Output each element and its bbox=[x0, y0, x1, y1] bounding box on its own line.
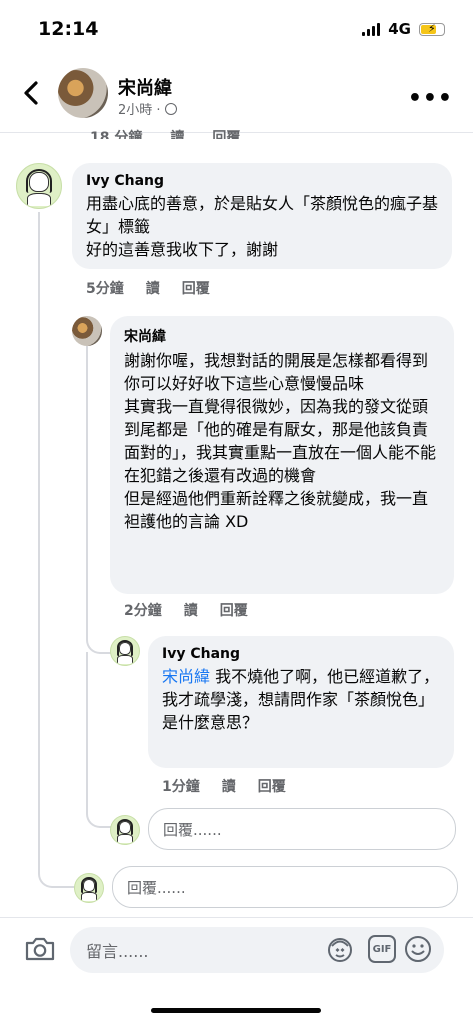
avatar-ivy-chang[interactable] bbox=[110, 636, 140, 666]
read-button[interactable]: 讀 bbox=[146, 278, 160, 298]
more-options-icon[interactable]: ••• bbox=[408, 86, 453, 111]
comment-placeholder: 留言...... bbox=[86, 942, 149, 961]
comment-author[interactable]: Ivy Chang bbox=[162, 646, 440, 662]
network-type: 4G bbox=[388, 20, 411, 38]
reply-button[interactable]: 回覆 bbox=[220, 600, 248, 620]
comment-text: 宋尚緯 我不燒他了啊，他已經道歉了， 我才疏學淺，想請問作家「茶顏悅色」是什麼意… bbox=[162, 665, 440, 734]
avatar-sticker-icon[interactable] bbox=[326, 935, 354, 963]
composer-divider bbox=[0, 917, 473, 918]
reply-placeholder: 回覆...... bbox=[127, 878, 186, 897]
avatar-song[interactable] bbox=[72, 316, 102, 346]
header-name[interactable]: 宋尚緯 bbox=[118, 74, 172, 100]
nested-reply-input[interactable]: 回覆...... bbox=[148, 808, 456, 850]
comment-input[interactable]: 留言...... GIF bbox=[70, 927, 444, 973]
thread-line-inner bbox=[86, 346, 112, 654]
mention-link[interactable]: 宋尚緯 bbox=[162, 667, 210, 686]
reply-input[interactable]: 回覆...... bbox=[112, 866, 458, 908]
globe-icon bbox=[164, 102, 177, 115]
reply-placeholder: 回覆...... bbox=[163, 820, 222, 839]
comment-actions: 2分鐘 讀 回覆 bbox=[124, 600, 248, 620]
avatar-current-user bbox=[110, 815, 140, 845]
comment-author[interactable]: Ivy Chang bbox=[86, 173, 438, 189]
comment-bubble: Ivy Chang 宋尚緯 我不燒他了啊，他已經道歉了， 我才疏學淺，想請問作家… bbox=[148, 636, 454, 768]
home-indicator bbox=[151, 1008, 321, 1013]
comment-text: 用盡心底的善意，於是貼女人「茶顏悅色的瘋子基女」標籤 好的這善意我收下了，謝謝 bbox=[86, 194, 439, 259]
status-time: 12:14 bbox=[38, 18, 99, 40]
previous-comment-actions: 18 分鐘 讀 回覆 bbox=[90, 127, 240, 139]
comment-actions: 1分鐘 讀 回覆 bbox=[162, 776, 286, 796]
thread-line-inner-end bbox=[86, 652, 112, 828]
previous-comment-time: 18 分鐘 bbox=[90, 130, 143, 139]
signal-icon bbox=[362, 22, 381, 36]
battery-icon: ⚡ bbox=[419, 22, 445, 36]
comment-time: 2分鐘 bbox=[124, 603, 162, 619]
avatar-current-user bbox=[74, 873, 104, 903]
header-avatar[interactable] bbox=[58, 68, 108, 118]
reply-button[interactable]: 回覆 bbox=[182, 278, 210, 298]
thread-line-outer bbox=[38, 212, 74, 330]
emoji-icon[interactable] bbox=[404, 935, 432, 963]
post-time: 2小時 · bbox=[118, 103, 161, 118]
back-icon[interactable] bbox=[20, 80, 42, 113]
thread-line-outer-end bbox=[38, 330, 76, 888]
comment-time: 5分鐘 bbox=[86, 281, 124, 297]
camera-icon[interactable] bbox=[24, 936, 56, 962]
gif-label: GIF bbox=[372, 943, 392, 955]
status-indicators: 4G ⚡ bbox=[362, 20, 445, 38]
comment-time: 1分鐘 bbox=[162, 779, 200, 795]
reply-button[interactable]: 回覆 bbox=[258, 776, 286, 796]
read-button[interactable]: 讀 bbox=[222, 776, 236, 796]
comment-bubble: Ivy Chang 用盡心底的善意，於是貼女人「茶顏悅色的瘋子基女」標籤 好的這… bbox=[72, 163, 452, 269]
previous-comment-read[interactable]: 讀 bbox=[170, 127, 184, 139]
read-button[interactable]: 讀 bbox=[184, 600, 198, 620]
gif-icon[interactable]: GIF bbox=[368, 935, 396, 963]
comment-text: 謝謝你喔，我想對話的開展是怎樣都看得到 你可以好好收下這些心意慢慢品味 其實我一… bbox=[124, 351, 437, 531]
avatar-ivy-chang[interactable] bbox=[16, 163, 62, 209]
comment-actions: 5分鐘 讀 回覆 bbox=[86, 278, 210, 298]
comment-author[interactable]: 宋尚緯 bbox=[124, 326, 440, 346]
comment-bubble: 宋尚緯 謝謝你喔，我想對話的開展是怎樣都看得到 你可以好好收下這些心意慢慢品味 … bbox=[110, 316, 454, 594]
previous-comment-reply[interactable]: 回覆 bbox=[212, 127, 240, 139]
header-meta: 2小時 · bbox=[118, 99, 177, 118]
